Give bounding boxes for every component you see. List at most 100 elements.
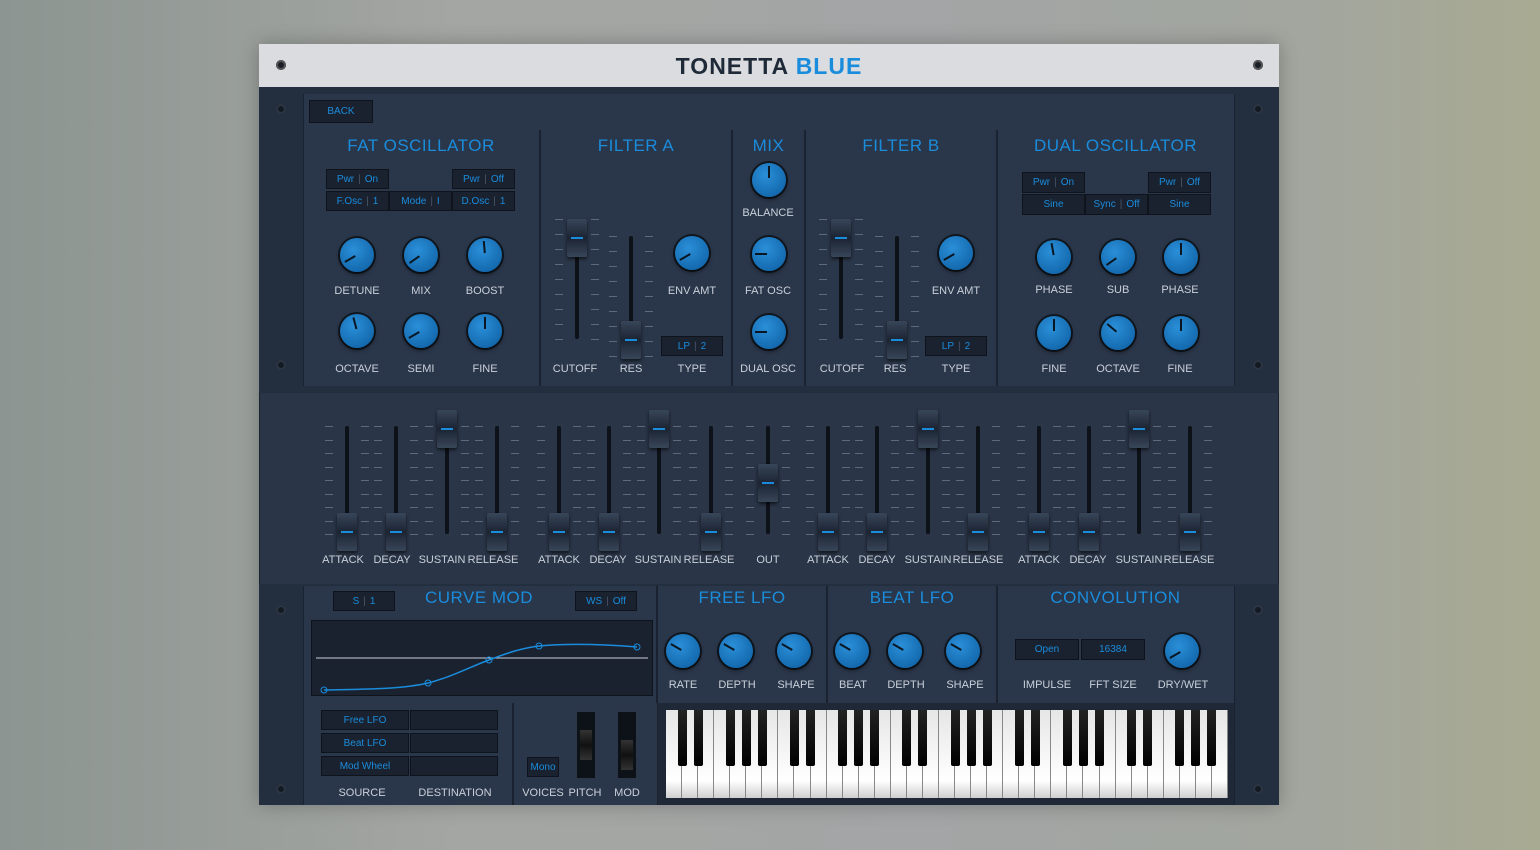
mode-selector[interactable]: Mode | I (389, 191, 452, 211)
phase1-knob[interactable] (1037, 240, 1071, 274)
black-key[interactable] (1062, 710, 1072, 766)
dual-fine1-knob[interactable] (1037, 316, 1071, 350)
filter-a-type-selector[interactable]: LP | 2 (661, 336, 723, 356)
black-key[interactable] (1127, 710, 1137, 766)
fat-osc-power-toggle[interactable]: Pwr | On (326, 169, 389, 189)
fosc-selector[interactable]: F.Osc | 1 (326, 191, 389, 211)
free-lfo-shape-knob[interactable] (777, 634, 811, 668)
env1-sustain-slider[interactable] (437, 410, 457, 448)
black-key[interactable] (838, 710, 848, 766)
fft-size-selector[interactable]: 16384 (1081, 639, 1145, 660)
env2-sustain-slider[interactable] (649, 410, 669, 448)
dual-octave-knob[interactable] (1101, 316, 1135, 350)
beat-lfo-depth-knob[interactable] (888, 634, 922, 668)
filter-b-env-amt-knob[interactable] (939, 236, 973, 270)
mod-destination-2[interactable] (410, 733, 498, 753)
pitch-wheel[interactable] (576, 711, 596, 779)
section-divider (996, 130, 998, 386)
mod-source-3[interactable]: Mod Wheel (321, 756, 409, 776)
dual-fine2-knob[interactable] (1164, 316, 1198, 350)
black-key[interactable] (1191, 710, 1201, 766)
black-key[interactable] (1030, 710, 1040, 766)
fine-knob[interactable] (468, 314, 502, 348)
env4-attack-slider[interactable] (1029, 513, 1049, 551)
filter-a-env-amt-knob[interactable] (675, 236, 709, 270)
black-key[interactable] (1014, 710, 1024, 766)
black-key[interactable] (918, 710, 928, 766)
octave-knob[interactable] (340, 314, 374, 348)
phase2-knob[interactable] (1164, 240, 1198, 274)
curve-s-selector[interactable]: S | 1 (333, 591, 395, 611)
black-key[interactable] (1143, 710, 1153, 766)
env2-release-slider[interactable] (701, 513, 721, 551)
black-key[interactable] (870, 710, 880, 766)
black-key[interactable] (757, 710, 767, 766)
mod-source-2[interactable]: Beat LFO (321, 733, 409, 753)
env3-decay-slider[interactable] (867, 513, 887, 551)
env2-decay-slider[interactable] (599, 513, 619, 551)
env4-decay-slider[interactable] (1079, 513, 1099, 551)
free-lfo-rate-knob[interactable] (666, 634, 700, 668)
beat-lfo-shape-knob[interactable] (946, 634, 980, 668)
balance-knob[interactable] (752, 163, 786, 197)
beat-lfo-beat-knob[interactable] (835, 634, 869, 668)
impulse-selector[interactable]: Open (1015, 639, 1079, 660)
ws-toggle[interactable]: WS | Off (575, 591, 637, 611)
filter-b-type-selector[interactable]: LP | 2 (925, 336, 987, 356)
black-key[interactable] (1175, 710, 1185, 766)
filter-a-cutoff-slider[interactable] (567, 219, 587, 257)
env2-attack-slider[interactable] (549, 513, 569, 551)
sub-knob[interactable] (1101, 240, 1135, 274)
free-lfo-depth-knob[interactable] (719, 634, 753, 668)
detune-knob[interactable] (340, 238, 374, 272)
black-key[interactable] (950, 710, 960, 766)
dual-osc-power-toggle[interactable]: Pwr | On (1022, 172, 1085, 193)
env1-release-slider[interactable] (487, 513, 507, 551)
filter-b-res-slider[interactable] (887, 321, 907, 359)
dual-osc-power2-toggle[interactable]: Pwr | Off (1148, 172, 1211, 193)
black-key[interactable] (806, 710, 815, 766)
black-key[interactable] (982, 710, 992, 766)
black-key[interactable] (854, 710, 864, 766)
dry-wet-knob[interactable] (1165, 634, 1199, 668)
filter-b-cutoff-slider[interactable] (831, 219, 851, 257)
semi-knob[interactable] (404, 314, 438, 348)
dual-osc-level-knob[interactable] (752, 315, 786, 349)
wave2-selector[interactable]: Sine (1148, 194, 1211, 215)
type-value: 2 (964, 340, 971, 352)
mod-source-1[interactable]: Free LFO (321, 710, 409, 730)
boost-knob[interactable] (468, 238, 502, 272)
black-key[interactable] (677, 710, 687, 766)
filter-a-res-slider[interactable] (621, 321, 641, 359)
black-key[interactable] (741, 710, 751, 766)
curve-editor[interactable] (311, 620, 653, 696)
black-key[interactable] (789, 710, 799, 766)
mix-knob[interactable] (404, 238, 438, 272)
wave1-selector[interactable]: Sine (1022, 194, 1085, 215)
env4-sustain-slider[interactable] (1129, 410, 1149, 448)
out-slider[interactable] (758, 464, 778, 502)
mod-wheel[interactable] (617, 711, 637, 779)
env1-decay-slider[interactable] (386, 513, 406, 551)
fat-osc-level-knob[interactable] (752, 237, 786, 271)
dosc-selector[interactable]: D.Osc | 1 (452, 191, 515, 211)
black-key[interactable] (1207, 710, 1217, 766)
black-key[interactable] (693, 710, 703, 766)
voices-selector[interactable]: Mono (527, 757, 559, 777)
mod-destination-3[interactable] (410, 756, 498, 776)
sync-toggle[interactable]: Sync | Off (1085, 194, 1148, 215)
black-key[interactable] (725, 710, 735, 766)
black-key[interactable] (966, 710, 976, 766)
mod-destination-1[interactable] (410, 710, 498, 730)
env4-release-slider[interactable] (1180, 513, 1200, 551)
black-key[interactable] (1095, 710, 1105, 766)
env3-release-slider[interactable] (968, 513, 988, 551)
env1-attack-slider[interactable] (337, 513, 357, 551)
env3-sustain-slider[interactable] (918, 410, 938, 448)
black-key[interactable] (1078, 710, 1088, 766)
fat-osc-power2-toggle[interactable]: Pwr | Off (452, 169, 515, 189)
back-button[interactable]: BACK (309, 100, 373, 123)
black-key[interactable] (902, 710, 912, 766)
env3-attack-slider[interactable] (818, 513, 838, 551)
piano-keyboard[interactable] (666, 710, 1228, 798)
